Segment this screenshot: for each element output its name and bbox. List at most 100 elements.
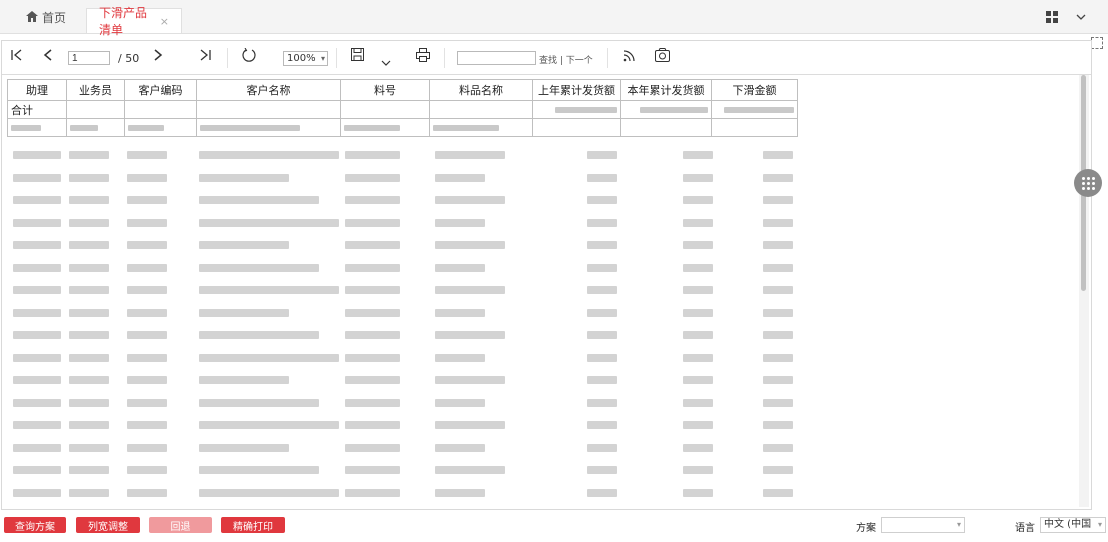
table-row: [7, 189, 797, 212]
redacted-cell: [763, 151, 793, 159]
redacted-cell: [763, 488, 793, 497]
floating-menu-button[interactable]: [1074, 169, 1102, 197]
apps-icon: [1081, 176, 1095, 190]
redacted-cell: [683, 421, 713, 429]
column-width-button[interactable]: 列宽调整: [76, 517, 140, 533]
redacted-cell: [199, 443, 289, 452]
redacted-cell: [127, 151, 167, 159]
redacted-value: [620, 100, 712, 119]
redacted-cell: [435, 353, 485, 362]
redacted-cell: [127, 218, 167, 227]
scheme-select[interactable]: ▾: [881, 517, 965, 533]
redacted-cell: [345, 286, 400, 294]
redacted-cell: [13, 241, 61, 249]
redacted-cell: [345, 353, 400, 362]
prev-page-icon[interactable]: [43, 48, 53, 66]
chevron-down-icon[interactable]: [381, 53, 391, 71]
redacted-cell: [69, 151, 109, 159]
redacted-cell: [127, 286, 167, 294]
column-header: 业务员: [66, 79, 125, 101]
redacted-cell: [345, 196, 400, 204]
redacted-cell: [13, 173, 61, 182]
redacted-cell: [127, 488, 167, 497]
fullscreen-icon[interactable]: [1091, 37, 1103, 49]
report-viewer: / 50 100% ▾ 查找 | 下一个: [1, 40, 1092, 510]
redacted-cell: [587, 488, 617, 497]
redacted-cell: [199, 173, 289, 182]
redacted-cell: [435, 398, 485, 407]
redacted-cell: [69, 488, 109, 497]
chevron-down-icon[interactable]: [1076, 10, 1086, 23]
redacted-cell: [763, 241, 793, 249]
redacted-cell: [69, 466, 109, 474]
chevron-down-icon: ▾: [320, 54, 325, 63]
print-icon[interactable]: [416, 48, 430, 67]
camera-icon[interactable]: [655, 48, 670, 67]
redacted-cell: [69, 263, 109, 272]
redacted-cell: [683, 443, 713, 452]
redacted-cell: [345, 466, 400, 474]
bottom-action-bar: 查询方案 列宽调整 回退 精确打印 方案 ▾ 语言 中文 (中国 ▾: [0, 510, 1108, 542]
redacted-cell: [587, 241, 617, 249]
app-grid-icon[interactable]: [1046, 11, 1058, 23]
redacted-cell: [763, 421, 793, 429]
redacted-cell: [199, 421, 339, 429]
close-icon[interactable]: ×: [160, 15, 169, 28]
zoom-select[interactable]: 100% ▾: [283, 51, 328, 66]
report-toolbar: / 50 100% ▾ 查找 | 下一个: [2, 41, 1091, 75]
refresh-icon[interactable]: [242, 47, 256, 67]
redacted-cell: [127, 353, 167, 362]
redacted-cell: [127, 398, 167, 407]
page-total: / 50: [118, 52, 140, 65]
redacted-cell: [763, 398, 793, 407]
table-row: [7, 482, 797, 505]
redacted-cell: [127, 443, 167, 452]
table-row: [7, 279, 797, 302]
tab-home-label: 首页: [42, 11, 67, 25]
redacted-cell: [345, 173, 400, 182]
language-select[interactable]: 中文 (中国 ▾: [1040, 517, 1106, 533]
redacted-cell: [127, 173, 167, 182]
precise-print-button[interactable]: 精确打印: [221, 517, 285, 533]
feed-icon[interactable]: [623, 48, 637, 67]
redacted-cell: [683, 263, 713, 272]
table-row: [7, 212, 797, 235]
vertical-scrollbar[interactable]: [1079, 75, 1089, 507]
redacted-cell: [13, 488, 61, 497]
first-page-icon[interactable]: [11, 48, 23, 66]
total-row: 合计: [7, 100, 798, 119]
redacted-cell: [345, 331, 400, 339]
redacted-cell: [13, 421, 61, 429]
redacted-cell: [587, 218, 617, 227]
table-row: [7, 302, 797, 325]
redacted-cell: [587, 331, 617, 339]
redacted-cell: [199, 196, 319, 204]
redacted-cell: [13, 196, 61, 204]
column-header: 料品名称: [429, 79, 533, 101]
redacted-cell: [345, 443, 400, 452]
page-number-input[interactable]: [68, 51, 110, 65]
redacted-cell: [13, 398, 61, 407]
next-page-icon[interactable]: [153, 48, 163, 66]
query-scheme-button[interactable]: 查询方案: [4, 517, 66, 533]
last-page-icon[interactable]: [199, 48, 211, 66]
redacted-cell: [683, 353, 713, 362]
redacted-cell: [69, 173, 109, 182]
redacted-cell: [683, 196, 713, 204]
rollback-button[interactable]: 回退: [149, 517, 212, 533]
column-header: 本年累计发货额: [620, 79, 712, 101]
find-next-button[interactable]: 查找 | 下一个: [539, 53, 593, 66]
redacted-cell: [13, 308, 61, 317]
column-header: 上年累计发货额: [532, 79, 621, 101]
find-input[interactable]: [457, 51, 536, 65]
redacted-cell: [683, 488, 713, 497]
tab-product-list[interactable]: 下滑产品清单 ×: [86, 6, 182, 37]
redacted-cell: [587, 353, 617, 362]
redacted-cell: [127, 308, 167, 317]
table-header-row: 助理 业务员 客户编码 客户名称 料号 料品名称 上年累计发货额 本年累计发货额…: [7, 79, 798, 101]
redacted-cell: [763, 263, 793, 272]
save-icon[interactable]: [351, 48, 364, 66]
redacted-cell: [763, 466, 793, 474]
tab-home[interactable]: 首页: [26, 9, 66, 26]
redacted-cell: [69, 241, 109, 249]
